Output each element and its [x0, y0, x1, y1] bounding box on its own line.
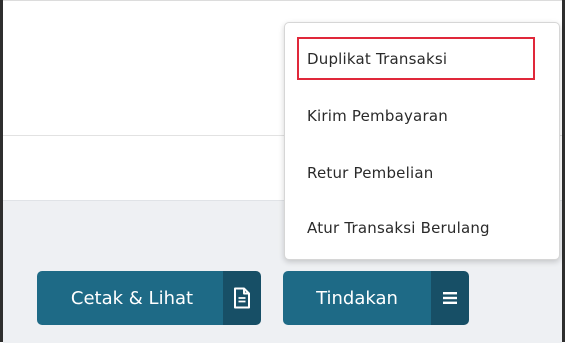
document-icon[interactable]	[223, 271, 261, 325]
menu-item-duplicate-transaction[interactable]: Duplikat Transaksi	[307, 47, 447, 71]
actions-dropdown-menu: Duplikat Transaksi Kirim Pembayaran Retu…	[284, 22, 560, 260]
menu-item-purchase-return[interactable]: Retur Pembelian	[307, 161, 433, 185]
menu-icon[interactable]	[431, 271, 469, 325]
print-view-button[interactable]: Cetak & Lihat	[37, 271, 261, 325]
menu-item-recurring-transaction[interactable]: Atur Transaksi Berulang	[307, 216, 490, 240]
actions-button[interactable]: Tindakan	[283, 271, 469, 325]
actions-label[interactable]: Tindakan	[283, 271, 431, 325]
print-view-label[interactable]: Cetak & Lihat	[37, 271, 223, 325]
menu-item-send-payment[interactable]: Kirim Pembayaran	[307, 104, 448, 128]
